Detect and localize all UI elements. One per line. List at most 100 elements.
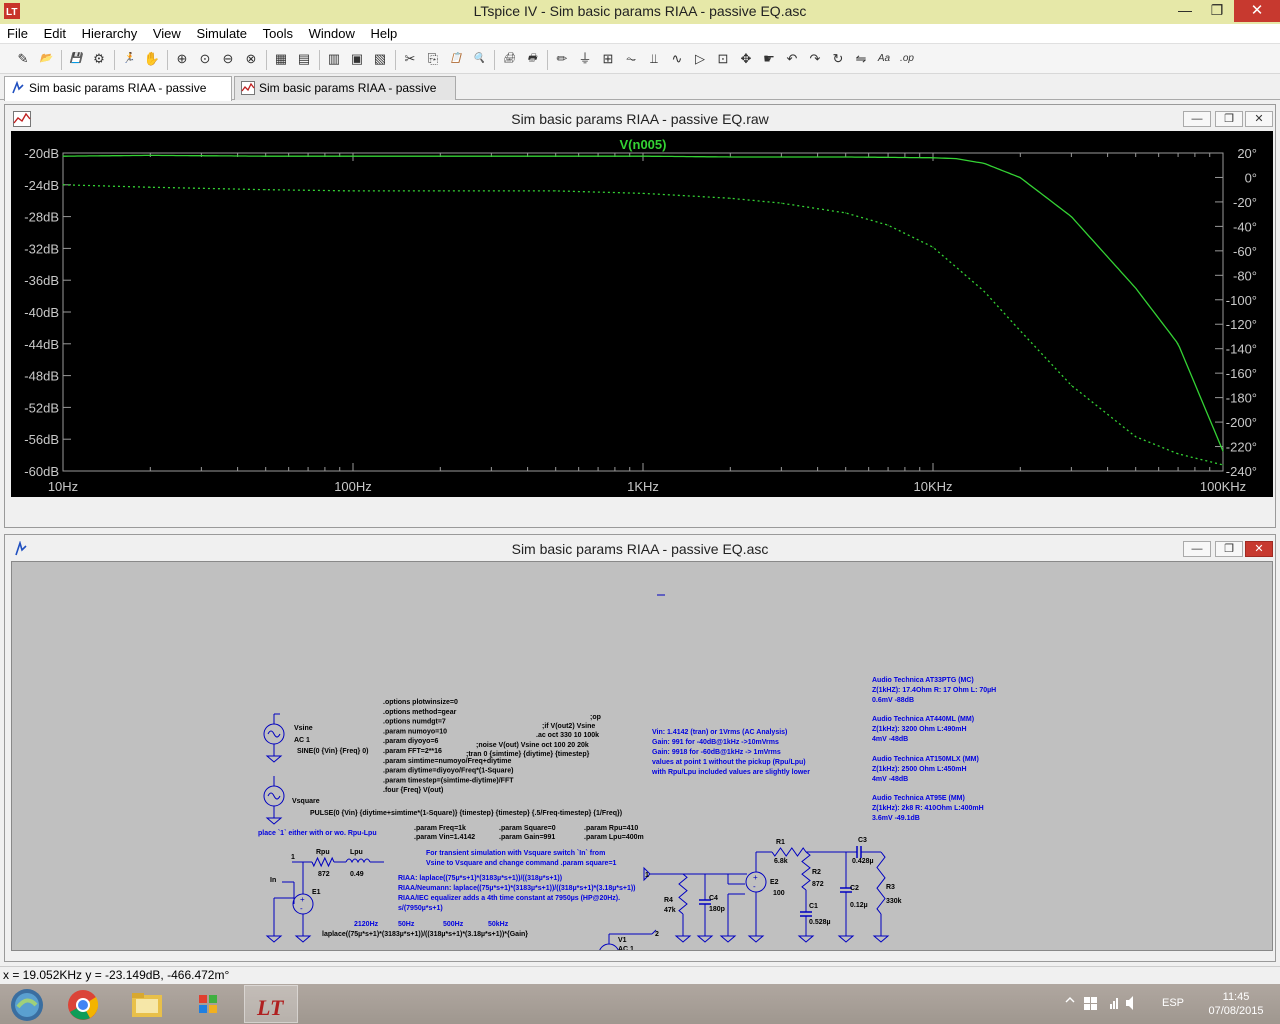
vin-note: with Rpu/Lpu included values are slightl…: [651, 769, 810, 776]
capacitor-icon[interactable]: ⫫: [645, 50, 663, 68]
ground-symbol: [837, 930, 855, 943]
taskbar-ltspice[interactable]: LT: [244, 985, 298, 1023]
paste-icon[interactable]: 📋: [447, 50, 465, 68]
mirror-icon[interactable]: ⇋: [852, 50, 870, 68]
y-left-tick-label: -32dB: [24, 241, 59, 256]
save-icon[interactable]: 💾: [67, 50, 85, 68]
grid-icon[interactable]: ▤: [295, 50, 313, 68]
r1-resistor[interactable]: [771, 847, 807, 857]
waveform-close-button[interactable]: ✕: [1245, 111, 1273, 127]
c1-capacitor[interactable]: [800, 911, 812, 917]
menu-window[interactable]: Window: [302, 24, 360, 41]
clock[interactable]: 11:45 07/08/2015: [1206, 990, 1266, 1024]
ground-symbol: [747, 930, 765, 943]
move-icon[interactable]: ✥: [737, 50, 755, 68]
copy-icon[interactable]: ⎘: [424, 50, 442, 68]
toolbar-separator: [547, 50, 548, 70]
toolbar-separator: [266, 50, 267, 70]
rpu-resistor[interactable]: [311, 856, 335, 868]
menu-simulate[interactable]: Simulate: [189, 24, 252, 41]
undo-icon[interactable]: ↶: [783, 50, 801, 68]
waveform-maximize-button[interactable]: ❐: [1215, 111, 1243, 127]
vsquare-source[interactable]: [263, 776, 285, 812]
data-point: [780, 202, 782, 204]
halt-icon[interactable]: ✋: [143, 50, 161, 68]
r4-resistor[interactable]: [678, 873, 688, 915]
schematic-drawing[interactable]: .options plotwinsize=0 .options method=ge…: [12, 562, 1272, 971]
data-point: [887, 224, 889, 226]
data-point: [352, 190, 354, 192]
drag-icon[interactable]: ☛: [760, 50, 778, 68]
chrome-icon: [68, 990, 99, 1020]
draw-wire-icon[interactable]: ✏: [553, 50, 571, 68]
schematic-minimize-button[interactable]: —: [1183, 541, 1211, 557]
menu-edit[interactable]: Edit: [37, 24, 71, 41]
c3-capacitor[interactable]: [856, 846, 862, 858]
plot-pane[interactable]: 10Hz 100Hz 1KHz 10KHz 100KHz -20dB -24dB -28dB -…: [11, 131, 1273, 497]
rotate-icon[interactable]: ↻: [829, 50, 847, 68]
y-left-tick-label: -20dB: [24, 146, 59, 161]
r1-value: 6.8k: [774, 858, 788, 865]
tile-vertical-icon[interactable]: ▧: [371, 50, 389, 68]
maximize-button[interactable]: ❐: [1202, 0, 1232, 22]
r4-value: 47k: [664, 907, 676, 914]
zoom-out-icon[interactable]: ⊖: [219, 50, 237, 68]
new-schematic-icon[interactable]: ✎: [14, 50, 32, 68]
zoom-extents-icon[interactable]: ⊙: [196, 50, 214, 68]
spice-directive-icon[interactable]: .op: [898, 50, 916, 68]
ground-icon[interactable]: ⏚: [576, 50, 594, 68]
param-lpu: .param Lpu=400m: [584, 834, 644, 841]
menu-hierarchy[interactable]: Hierarchy: [75, 24, 143, 41]
inductor-icon[interactable]: ∿: [668, 50, 686, 68]
r3-name: R3: [886, 884, 895, 891]
taskbar-store[interactable]: [182, 985, 236, 1023]
control-panel-icon[interactable]: ⚙: [90, 50, 108, 68]
zoom-in-icon[interactable]: ⊕: [173, 50, 191, 68]
e2-source[interactable]: +-: [745, 871, 767, 893]
phase-trace[interactable]: [62, 184, 1224, 466]
redo-icon[interactable]: ↷: [806, 50, 824, 68]
r2-resistor[interactable]: [801, 851, 811, 891]
text-icon[interactable]: Aa: [875, 50, 893, 68]
zoom-full-icon[interactable]: ⊗: [242, 50, 260, 68]
component-icon[interactable]: ⊡: [714, 50, 732, 68]
autorange-icon[interactable]: ▦: [272, 50, 290, 68]
menu-tools[interactable]: Tools: [256, 24, 298, 41]
v1-source[interactable]: [598, 934, 620, 970]
bode-plot[interactable]: 10Hz 100Hz 1KHz 10KHz 100KHz -20dB -24dB -28dB -…: [11, 131, 1273, 497]
menu-help[interactable]: Help: [364, 24, 403, 41]
language-indicator[interactable]: ESP: [1162, 997, 1184, 1024]
close-button[interactable]: ✕: [1234, 0, 1280, 22]
schematic-close-button[interactable]: ✕: [1245, 541, 1273, 557]
start-button[interactable]: [0, 985, 54, 1023]
menu-file[interactable]: File: [0, 24, 33, 41]
open-icon[interactable]: 📂: [37, 50, 55, 68]
resistor-icon[interactable]: ⏦: [622, 50, 640, 68]
print-icon[interactable]: 🖶: [523, 50, 541, 68]
print-setup-icon[interactable]: 🖨: [500, 50, 518, 68]
schematic-canvas[interactable]: .options plotwinsize=0 .options method=ge…: [11, 561, 1273, 971]
cut-icon[interactable]: ✂: [401, 50, 419, 68]
r3-resistor[interactable]: [876, 851, 886, 915]
magnitude-trace[interactable]: [63, 154, 1224, 452]
tab-schematic[interactable]: Sim basic params RIAA - passive EQ.asc: [4, 76, 232, 117]
tab-waveform[interactable]: Sim basic params RIAA - passive EQ.raw: [234, 76, 456, 117]
menu-view[interactable]: View: [146, 24, 186, 41]
taskbar-file-explorer[interactable]: [120, 985, 174, 1023]
schematic-maximize-button[interactable]: ❐: [1215, 541, 1243, 557]
cartridge-name: Audio Technica AT150MLX (MM): [872, 756, 979, 763]
trace-label[interactable]: V(n005): [620, 137, 667, 152]
cascade-icon[interactable]: ▣: [348, 50, 366, 68]
label-net-icon[interactable]: ⊞: [599, 50, 617, 68]
find-icon[interactable]: 🔍: [470, 50, 488, 68]
minimize-button[interactable]: —: [1170, 0, 1200, 22]
lpu-inductor[interactable]: [345, 858, 371, 864]
tile-horizontal-icon[interactable]: ▥: [325, 50, 343, 68]
diode-icon[interactable]: ▷: [691, 50, 709, 68]
data-point: [955, 158, 957, 160]
waveform-minimize-button[interactable]: —: [1183, 111, 1211, 127]
vsine-source[interactable]: [263, 714, 285, 750]
e1-source[interactable]: +-: [292, 893, 314, 915]
run-icon[interactable]: 🏃: [120, 50, 138, 68]
taskbar-chrome[interactable]: [56, 985, 110, 1023]
